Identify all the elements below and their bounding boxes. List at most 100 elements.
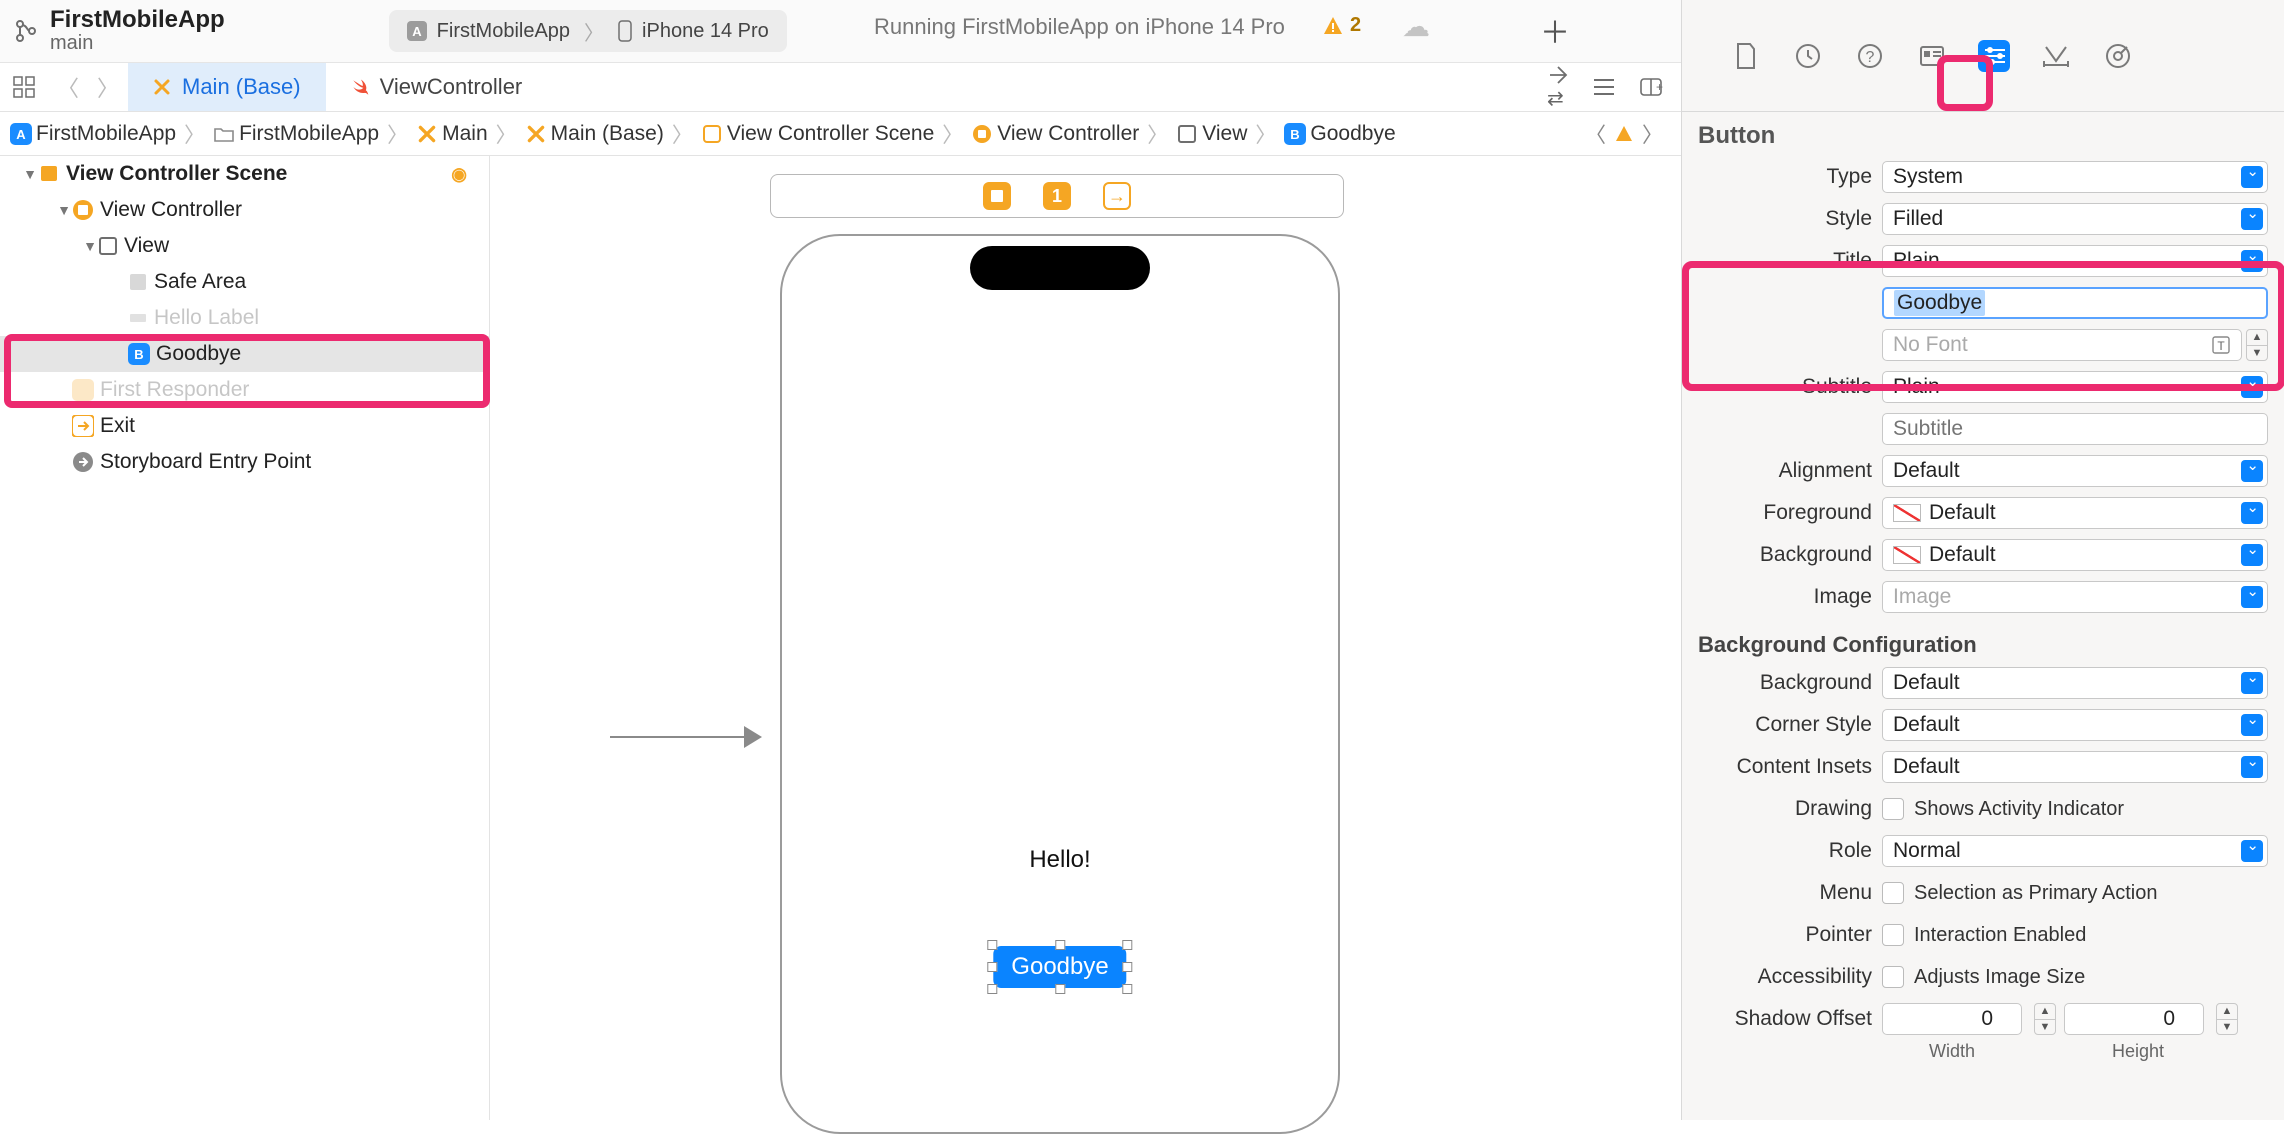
outline-exit[interactable]: Exit (0, 408, 489, 444)
nav-forward-icon[interactable]: 〉 (88, 63, 128, 111)
app-icon: A (10, 123, 32, 145)
style-popup[interactable]: Filled (1882, 203, 2268, 235)
resize-handle[interactable] (1123, 984, 1133, 994)
resize-handle[interactable] (987, 962, 997, 972)
first-responder-dock-icon[interactable]: 1 (1043, 182, 1071, 210)
role-popup[interactable]: Normal (1882, 835, 2268, 867)
size-inspector-icon[interactable] (2040, 40, 2072, 72)
warnings-indicator[interactable]: 2 (1322, 14, 1361, 37)
attributes-inspector-icon[interactable] (1978, 40, 2010, 72)
outline-view[interactable]: ▼ View (0, 228, 489, 264)
version-control-icon[interactable] (14, 19, 38, 43)
outline-vc[interactable]: ▼ View Controller (0, 192, 489, 228)
image-popup[interactable]: Image (1882, 581, 2268, 613)
menu-checkbox[interactable] (1882, 882, 1904, 904)
swift-icon (350, 77, 370, 97)
outline-entry-point[interactable]: Storyboard Entry Point (0, 444, 489, 480)
font-stepper[interactable]: ▲▼ (2246, 329, 2268, 361)
exit-dock-icon[interactable]: → (1103, 182, 1131, 210)
branch-name[interactable]: main (50, 32, 225, 55)
resize-handle[interactable] (1123, 940, 1133, 950)
pointer-label: Pointer (1682, 923, 1882, 947)
device-preview[interactable]: Hello! Goodbye (780, 234, 1340, 1134)
background-popup[interactable]: Default (1882, 539, 2268, 571)
outline-first-responder[interactable]: First Responder (0, 372, 489, 408)
cloud-icon[interactable]: ☁ (1402, 10, 1430, 43)
accessibility-checkbox[interactable] (1882, 966, 1904, 988)
bc-project[interactable]: FirstMobileApp (36, 122, 176, 146)
warning-icon[interactable] (1614, 124, 1634, 144)
project-name[interactable]: FirstMobileApp (50, 7, 225, 32)
scheme-app: FirstMobileApp (437, 20, 570, 43)
view-icon (98, 236, 118, 256)
editor-options-icon[interactable] (1593, 78, 1615, 96)
nav-back-icon[interactable]: 〈 (48, 63, 88, 111)
outline-safearea[interactable]: Safe Area (0, 264, 489, 300)
entry-arrow-icon[interactable] (610, 736, 760, 738)
background-label: Background (1682, 543, 1882, 567)
shadow-width-stepper[interactable]: ▲▼ (2034, 1003, 2056, 1035)
jump-bar[interactable]: A FirstMobileApp〉 FirstMobileApp〉 Main〉 … (0, 112, 1681, 156)
shadow-height-input[interactable]: 0 (2064, 1003, 2204, 1035)
tab-main-base[interactable]: Main (Base) (128, 63, 326, 111)
bc-folder[interactable]: FirstMobileApp (239, 122, 379, 146)
svg-text:B: B (1291, 127, 1300, 142)
image-label: Image (1682, 585, 1882, 609)
scheme-selector[interactable]: A FirstMobileApp 〉 iPhone 14 Pro (389, 10, 787, 52)
interface-builder-canvas[interactable]: 1 → Hello! Goodbye (490, 156, 1681, 1120)
activity-indicator-checkbox[interactable] (1882, 798, 1904, 820)
connections-inspector-icon[interactable] (2102, 40, 2134, 72)
resize-handle[interactable] (987, 984, 997, 994)
height-sublabel: Height (2068, 1041, 2208, 1062)
history-inspector-icon[interactable] (1792, 40, 1824, 72)
font-picker-icon[interactable]: T (2211, 335, 2231, 355)
shadow-width-input[interactable]: 0 (1882, 1003, 2022, 1035)
bc-goodbye[interactable]: Goodbye (1310, 122, 1395, 146)
chevron-left-icon[interactable]: 〈 (1585, 119, 1606, 149)
file-inspector-icon[interactable] (1730, 40, 1762, 72)
goodbye-button[interactable]: Goodbye (993, 946, 1126, 988)
svg-text:A: A (16, 127, 26, 142)
resize-handle[interactable] (1055, 940, 1065, 950)
title-style-popup[interactable]: Plain (1882, 245, 2268, 277)
chevron-right-icon[interactable]: 〉 (1642, 119, 1663, 149)
disclosure-icon[interactable]: ▼ (82, 238, 98, 254)
type-popup[interactable]: System (1882, 161, 2268, 193)
disclosure-icon[interactable]: ▼ (22, 166, 38, 182)
scene-dock[interactable]: 1 → (770, 174, 1344, 218)
add-editor-icon[interactable]: + (1639, 77, 1663, 97)
viewcontroller-icon (72, 199, 94, 221)
add-tab-icon[interactable]: ＋ (1540, 8, 1570, 52)
outline-hello-label[interactable]: Hello Label (0, 300, 489, 336)
pointer-checkbox[interactable] (1882, 924, 1904, 946)
help-inspector-icon[interactable]: ? (1854, 40, 1886, 72)
resize-handle[interactable] (1055, 984, 1065, 994)
foreground-popup[interactable]: Default (1882, 497, 2268, 529)
bc-vc[interactable]: View Controller (997, 122, 1139, 146)
identity-inspector-icon[interactable] (1916, 40, 1948, 72)
related-items-icon[interactable] (0, 63, 48, 111)
bc-main-base[interactable]: Main (Base) (551, 122, 664, 146)
font-selector[interactable]: No Font T (1882, 329, 2242, 361)
subtitle-label: Subtitle (1682, 375, 1882, 399)
tab-viewcontroller[interactable]: ViewController (326, 63, 548, 111)
outline-goodbye-button[interactable]: B Goodbye (0, 336, 489, 372)
corner-popup[interactable]: Default (1882, 709, 2268, 741)
bc-view[interactable]: View (1202, 122, 1247, 146)
subtitle-style-popup[interactable]: Plain (1882, 371, 2268, 403)
bgc-popup[interactable]: Default (1882, 667, 2268, 699)
subtitle-text-input[interactable] (1882, 413, 2268, 445)
shadow-height-stepper[interactable]: ▲▼ (2216, 1003, 2238, 1035)
title-text-input[interactable]: Goodbye (1882, 287, 2268, 319)
bc-main[interactable]: Main (442, 122, 488, 146)
hello-label[interactable]: Hello! (1029, 846, 1090, 874)
insets-popup[interactable]: Default (1882, 751, 2268, 783)
viewcontroller-dock-icon[interactable] (983, 182, 1011, 210)
bc-scene[interactable]: View Controller Scene (727, 122, 934, 146)
resize-handle[interactable] (1123, 962, 1133, 972)
alignment-popup[interactable]: Default (1882, 455, 2268, 487)
adjust-editor-icon[interactable]: ⇄ (1547, 64, 1569, 111)
resize-handle[interactable] (987, 940, 997, 950)
disclosure-icon[interactable]: ▼ (56, 202, 72, 218)
outline-scene[interactable]: ▼ View Controller Scene ◉ (0, 156, 489, 192)
